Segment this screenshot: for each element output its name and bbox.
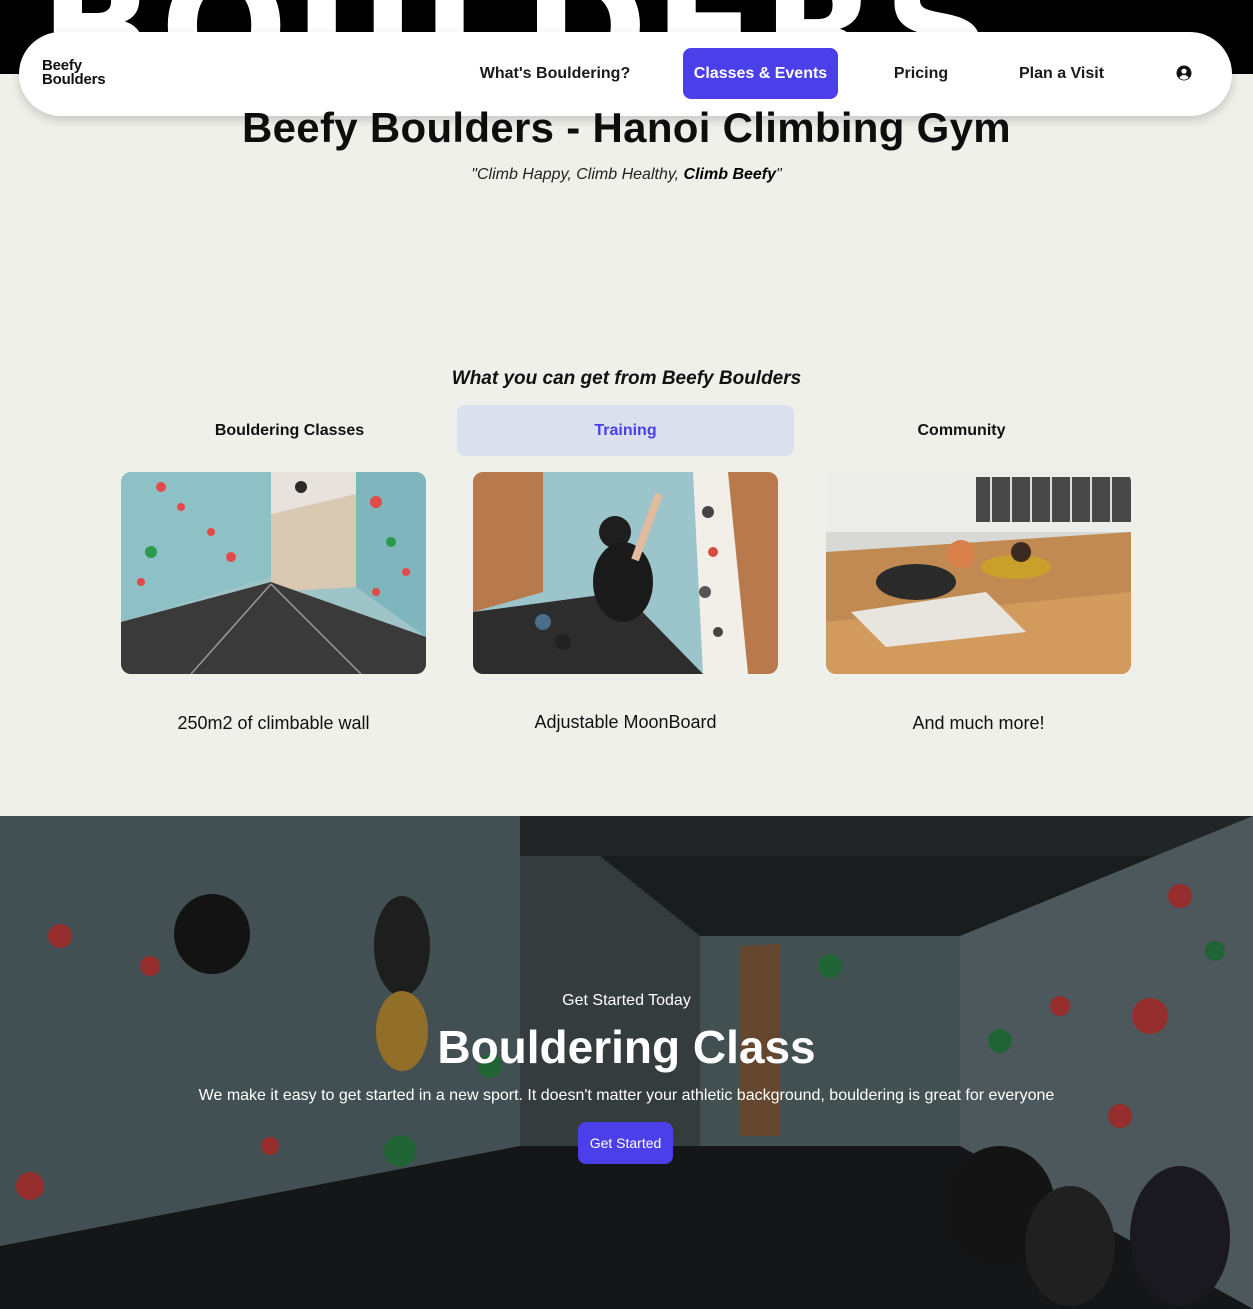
get-started-button[interactable]: Get Started (578, 1122, 673, 1164)
logo-line-2: Boulders (42, 71, 106, 88)
tab-community[interactable]: Community (793, 405, 1130, 456)
card-caption-community: And much more! (912, 713, 1045, 733)
tagline: "Climb Happy, Climb Healthy, Climb Beefy… (0, 166, 1253, 184)
cta-title: Bouldering Class (437, 1021, 816, 1073)
nav-whats-bouldering[interactable]: What's Bouldering? (471, 48, 639, 99)
cta-eyebrow: Get Started Today (562, 992, 691, 1009)
card-image-community (826, 472, 1131, 674)
tagline-open: "Climb Happy, Climb Healthy, (471, 166, 684, 183)
cta-description: We make it easy to get started in a new … (198, 1087, 1055, 1104)
features-heading: What you can get from Beefy Boulders (451, 368, 802, 389)
nav-pricing[interactable]: Pricing (881, 48, 961, 99)
card-image-moonboard (473, 472, 778, 674)
tab-training[interactable]: Training (457, 405, 794, 456)
nav-classes-events[interactable]: Classes & Events (683, 48, 838, 99)
cta-section: Get Started Today Bouldering Class We ma… (0, 816, 1253, 1309)
card-image-climbing-wall (121, 472, 426, 674)
tab-bouldering-classes[interactable]: Bouldering Classes (121, 405, 458, 456)
card-caption-climbing-wall: 250m2 of climbable wall (177, 713, 370, 733)
user-circle-icon[interactable] (1176, 65, 1192, 81)
logo[interactable]: Beefy Boulders (42, 58, 106, 88)
tagline-close: " (776, 166, 782, 183)
tagline-bold: Climb Beefy (683, 166, 777, 183)
page-title: Beefy Boulders - Hanoi Climbing Gym (242, 104, 1011, 151)
nav-plan-a-visit[interactable]: Plan a Visit (1009, 48, 1114, 99)
card-caption-moonboard: Adjustable MoonBoard (534, 712, 717, 732)
